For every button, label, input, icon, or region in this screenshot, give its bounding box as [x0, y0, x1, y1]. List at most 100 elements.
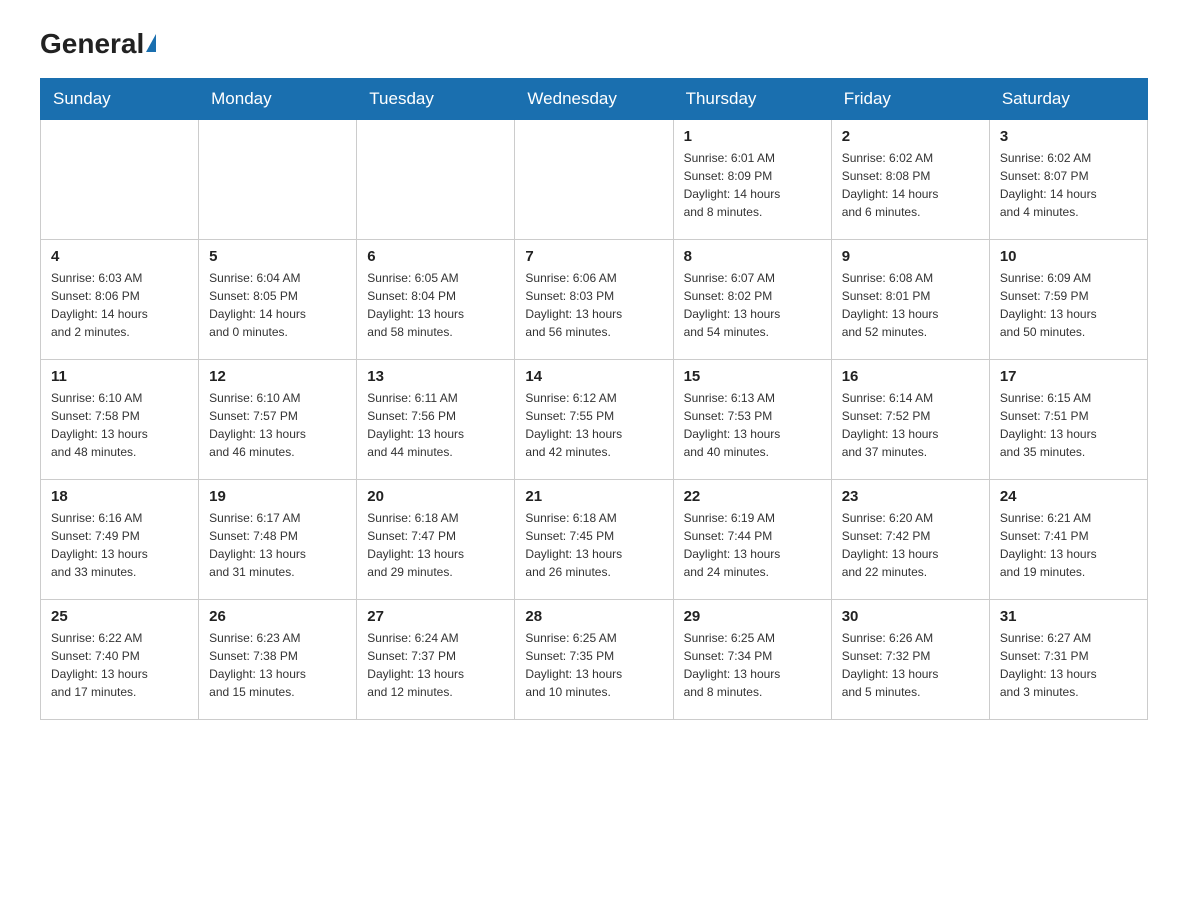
day-number: 30	[842, 608, 979, 625]
day-number: 13	[367, 368, 504, 385]
weekday-header-friday: Friday	[831, 79, 989, 120]
calendar-cell: 9 Sunrise: 6:08 AMSunset: 8:01 PMDaylight…	[831, 240, 989, 360]
day-number: 3	[1000, 128, 1137, 145]
calendar-cell: 16 Sunrise: 6:14 AMSunset: 7:52 PMDayligh…	[831, 360, 989, 480]
calendar-cell: 4Sunrise: 6:03 AMSunset: 8:06 PMDaylight…	[41, 240, 199, 360]
calendar-cell	[515, 120, 673, 240]
logo-general-text: General	[40, 30, 156, 58]
day-info: Sunrise: 6:01 AMSunset: 8:09 PMDaylight:…	[684, 149, 821, 221]
calendar-cell: 3 Sunrise: 6:02 AMSunset: 8:07 PMDaylight…	[989, 120, 1147, 240]
logo: General	[40, 30, 156, 58]
day-number: 18	[51, 488, 188, 505]
day-number: 7	[525, 248, 662, 265]
day-number: 22	[684, 488, 821, 505]
day-info: Sunrise: 6:10 AMSunset: 7:57 PMDaylight:…	[209, 389, 346, 461]
weekday-header-wednesday: Wednesday	[515, 79, 673, 120]
day-number: 8	[684, 248, 821, 265]
calendar-cell: 19 Sunrise: 6:17 AMSunset: 7:48 PMDayligh…	[199, 480, 357, 600]
day-number: 6	[367, 248, 504, 265]
day-info: Sunrise: 6:03 AMSunset: 8:06 PMDaylight:…	[51, 269, 188, 341]
day-info: Sunrise: 6:26 AMSunset: 7:32 PMDaylight:…	[842, 629, 979, 701]
calendar-cell: 2 Sunrise: 6:02 AMSunset: 8:08 PMDaylight…	[831, 120, 989, 240]
calendar-cell: 31Sunrise: 6:27 AMSunset: 7:31 PMDayligh…	[989, 600, 1147, 720]
day-info: Sunrise: 6:20 AMSunset: 7:42 PMDaylight:…	[842, 509, 979, 581]
day-number: 5	[209, 248, 346, 265]
day-number: 19	[209, 488, 346, 505]
calendar-body: 1 Sunrise: 6:01 AMSunset: 8:09 PMDaylight…	[41, 120, 1148, 720]
calendar-cell: 30 Sunrise: 6:26 AMSunset: 7:32 PMDayligh…	[831, 600, 989, 720]
weekday-header-row: SundayMondayTuesdayWednesdayThursdayFrid…	[41, 79, 1148, 120]
day-info: Sunrise: 6:22 AMSunset: 7:40 PMDaylight:…	[51, 629, 188, 701]
day-info: Sunrise: 6:11 AMSunset: 7:56 PMDaylight:…	[367, 389, 504, 461]
day-number: 25	[51, 608, 188, 625]
day-info: Sunrise: 6:02 AMSunset: 8:08 PMDaylight:…	[842, 149, 979, 221]
calendar-cell: 11 Sunrise: 6:10 AMSunset: 7:58 PMDayligh…	[41, 360, 199, 480]
calendar-cell: 21 Sunrise: 6:18 AMSunset: 7:45 PMDayligh…	[515, 480, 673, 600]
day-info: Sunrise: 6:25 AMSunset: 7:34 PMDaylight:…	[684, 629, 821, 701]
calendar-week-row: 11 Sunrise: 6:10 AMSunset: 7:58 PMDayligh…	[41, 360, 1148, 480]
day-number: 10	[1000, 248, 1137, 265]
calendar-cell: 22 Sunrise: 6:19 AMSunset: 7:44 PMDayligh…	[673, 480, 831, 600]
day-number: 31	[1000, 608, 1137, 625]
calendar-cell: 26Sunrise: 6:23 AMSunset: 7:38 PMDayligh…	[199, 600, 357, 720]
calendar-cell: 12 Sunrise: 6:10 AMSunset: 7:57 PMDayligh…	[199, 360, 357, 480]
weekday-header-monday: Monday	[199, 79, 357, 120]
day-number: 17	[1000, 368, 1137, 385]
calendar-cell: 17 Sunrise: 6:15 AMSunset: 7:51 PMDayligh…	[989, 360, 1147, 480]
day-info: Sunrise: 6:05 AMSunset: 8:04 PMDaylight:…	[367, 269, 504, 341]
calendar-cell	[199, 120, 357, 240]
day-number: 16	[842, 368, 979, 385]
calendar-cell: 25 Sunrise: 6:22 AMSunset: 7:40 PMDayligh…	[41, 600, 199, 720]
day-info: Sunrise: 6:02 AMSunset: 8:07 PMDaylight:…	[1000, 149, 1137, 221]
calendar-cell: 23Sunrise: 6:20 AMSunset: 7:42 PMDayligh…	[831, 480, 989, 600]
calendar-cell: 18 Sunrise: 6:16 AMSunset: 7:49 PMDayligh…	[41, 480, 199, 600]
calendar-week-row: 4Sunrise: 6:03 AMSunset: 8:06 PMDaylight…	[41, 240, 1148, 360]
day-info: Sunrise: 6:17 AMSunset: 7:48 PMDaylight:…	[209, 509, 346, 581]
calendar-cell: 15Sunrise: 6:13 AMSunset: 7:53 PMDayligh…	[673, 360, 831, 480]
day-info: Sunrise: 6:04 AMSunset: 8:05 PMDaylight:…	[209, 269, 346, 341]
day-number: 12	[209, 368, 346, 385]
day-info: Sunrise: 6:16 AMSunset: 7:49 PMDaylight:…	[51, 509, 188, 581]
day-number: 1	[684, 128, 821, 145]
day-info: Sunrise: 6:19 AMSunset: 7:44 PMDaylight:…	[684, 509, 821, 581]
day-info: Sunrise: 6:14 AMSunset: 7:52 PMDaylight:…	[842, 389, 979, 461]
calendar-cell: 14 Sunrise: 6:12 AMSunset: 7:55 PMDayligh…	[515, 360, 673, 480]
day-info: Sunrise: 6:08 AMSunset: 8:01 PMDaylight:…	[842, 269, 979, 341]
day-info: Sunrise: 6:06 AMSunset: 8:03 PMDaylight:…	[525, 269, 662, 341]
day-info: Sunrise: 6:10 AMSunset: 7:58 PMDaylight:…	[51, 389, 188, 461]
calendar-cell: 7 Sunrise: 6:06 AMSunset: 8:03 PMDaylight…	[515, 240, 673, 360]
calendar-cell: 10 Sunrise: 6:09 AMSunset: 7:59 PMDayligh…	[989, 240, 1147, 360]
calendar-cell: 29 Sunrise: 6:25 AMSunset: 7:34 PMDayligh…	[673, 600, 831, 720]
weekday-header-thursday: Thursday	[673, 79, 831, 120]
day-number: 27	[367, 608, 504, 625]
day-info: Sunrise: 6:18 AMSunset: 7:45 PMDaylight:…	[525, 509, 662, 581]
calendar-cell: 6 Sunrise: 6:05 AMSunset: 8:04 PMDaylight…	[357, 240, 515, 360]
logo-triangle-icon	[146, 34, 156, 52]
day-number: 26	[209, 608, 346, 625]
day-info: Sunrise: 6:09 AMSunset: 7:59 PMDaylight:…	[1000, 269, 1137, 341]
day-info: Sunrise: 6:21 AMSunset: 7:41 PMDaylight:…	[1000, 509, 1137, 581]
day-number: 9	[842, 248, 979, 265]
day-number: 21	[525, 488, 662, 505]
day-number: 14	[525, 368, 662, 385]
day-number: 28	[525, 608, 662, 625]
weekday-header-saturday: Saturday	[989, 79, 1147, 120]
day-number: 29	[684, 608, 821, 625]
calendar-cell: 1 Sunrise: 6:01 AMSunset: 8:09 PMDaylight…	[673, 120, 831, 240]
calendar-cell	[41, 120, 199, 240]
day-number: 11	[51, 368, 188, 385]
page-header: General	[40, 30, 1148, 58]
calendar-cell: 13 Sunrise: 6:11 AMSunset: 7:56 PMDayligh…	[357, 360, 515, 480]
calendar-table: SundayMondayTuesdayWednesdayThursdayFrid…	[40, 78, 1148, 720]
day-info: Sunrise: 6:07 AMSunset: 8:02 PMDaylight:…	[684, 269, 821, 341]
calendar-week-row: 25 Sunrise: 6:22 AMSunset: 7:40 PMDayligh…	[41, 600, 1148, 720]
day-info: Sunrise: 6:12 AMSunset: 7:55 PMDaylight:…	[525, 389, 662, 461]
calendar-cell: 5 Sunrise: 6:04 AMSunset: 8:05 PMDaylight…	[199, 240, 357, 360]
day-number: 24	[1000, 488, 1137, 505]
weekday-header-tuesday: Tuesday	[357, 79, 515, 120]
calendar-week-row: 1 Sunrise: 6:01 AMSunset: 8:09 PMDaylight…	[41, 120, 1148, 240]
day-info: Sunrise: 6:15 AMSunset: 7:51 PMDaylight:…	[1000, 389, 1137, 461]
day-number: 2	[842, 128, 979, 145]
calendar-cell: 28Sunrise: 6:25 AMSunset: 7:35 PMDayligh…	[515, 600, 673, 720]
day-info: Sunrise: 6:13 AMSunset: 7:53 PMDaylight:…	[684, 389, 821, 461]
